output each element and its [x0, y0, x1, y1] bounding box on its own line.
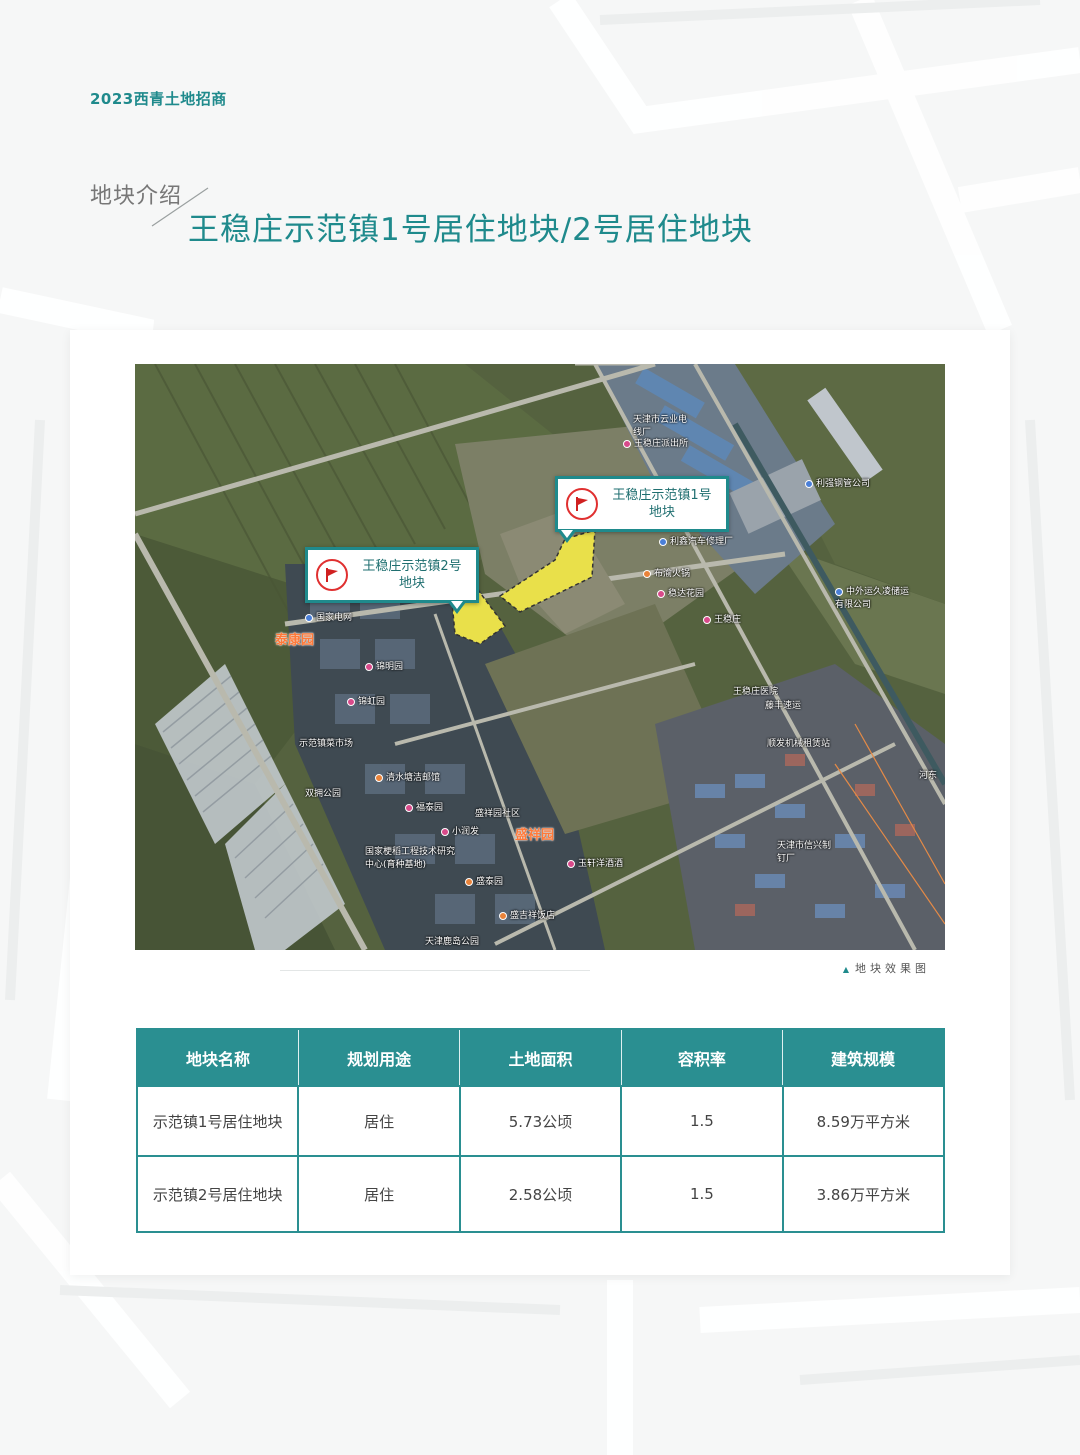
poi-hedong: 河东 — [919, 771, 938, 781]
poi-futai: 福泰园 — [405, 800, 443, 813]
table-cell: 5.73公顷 — [458, 1085, 623, 1157]
poi-xiaorunfa: 小润发 — [441, 824, 479, 837]
poi-shengtai: 盛泰园 — [465, 874, 503, 887]
table-header-row: 地块名称 规划用途 土地面积 容积率 建筑规模 — [137, 1029, 944, 1086]
poi-hotpot: 布渝火锅 — [643, 566, 690, 579]
poi-grid: 国家电网 — [305, 610, 352, 623]
land-info-table: 地块名称 规划用途 土地面积 容积率 建筑规模 示范镇1号居住地块 居住 5.7… — [135, 1028, 946, 1233]
header-cell: 容积率 — [621, 1029, 784, 1086]
red-flag-icon — [566, 488, 598, 520]
plot1-marker[interactable]: 王稳庄示范镇1号地块 — [555, 476, 729, 543]
header-cell: 规划用途 — [298, 1029, 461, 1086]
poi-qingshui: 清水塘洁邮馆 — [375, 770, 440, 783]
plot1-marker-label: 王稳庄示范镇1号地块 — [612, 488, 712, 520]
header-cell: 土地面积 — [459, 1029, 622, 1086]
poi-cable: 天津市云业电线厂 — [633, 415, 688, 438]
poi-factory: 天津市信兴制钉厂 — [777, 841, 832, 864]
poi-fengtai: 藤丰速运 — [765, 701, 802, 711]
page-title: 王稳庄示范镇1号居住地块/2号居住地块 — [188, 212, 753, 248]
table-cell: 示范镇1号居住地块 — [135, 1085, 300, 1157]
poi-tech-center: 国家梗稻工程技术研究中心(育种基地) — [365, 847, 456, 870]
table-cell: 3.86万平方米 — [781, 1155, 946, 1233]
table-cell: 示范镇2号居住地块 — [135, 1155, 300, 1233]
table-cell: 2.58公顷 — [458, 1155, 623, 1233]
table-cell: 1.5 — [620, 1085, 784, 1157]
table-cell: 8.59万平方米 — [781, 1085, 946, 1157]
poi-steel: 利强钢管公司 — [805, 476, 870, 489]
poi-yuxuan: 玉轩洋酒酒 — [567, 856, 623, 869]
poi-logistics: 中外运久凌储运有限公司 — [835, 587, 910, 610]
poi-wenda: 稳达花园 — [657, 586, 704, 599]
poi-park: 天津鹿岛公园 — [425, 937, 480, 947]
satellite-map: 王稳庄示范镇1号地块 王稳庄示范镇2号地块 泰康园 盛祥园 天津市云业电线厂 王… — [135, 364, 945, 950]
poi-wwz: 王稳庄 — [703, 612, 741, 625]
table-cell: 居住 — [297, 1155, 461, 1233]
plot2-marker[interactable]: 王稳庄示范镇2号地块 — [305, 547, 479, 614]
header-cell: 地块名称 — [137, 1029, 299, 1086]
poi-market: 示范镇菜市场 — [299, 739, 354, 749]
poi-hospital: 王稳庄医院 — [733, 687, 779, 697]
table-row: 示范镇2号居住地块 居住 2.58公顷 1.5 3.86万平方米 — [135, 1155, 946, 1233]
poi-area-taikang: 泰康园 — [275, 633, 315, 648]
map-caption: ▲ 地块效果图 — [842, 962, 930, 975]
poi-jinhong: 锦虹园 — [347, 694, 385, 707]
poi-police: 王稳庄派出所 — [623, 436, 688, 449]
poi-shuangyong: 双拥公园 — [305, 789, 342, 799]
plot2-marker-label: 王稳庄示范镇2号地块 — [362, 559, 462, 591]
triangle-icon: ▲ — [842, 965, 849, 974]
brand-header: 2023西青土地招商 — [90, 90, 227, 108]
poi-jinming: 锦明园 — [365, 659, 403, 672]
poi-shengxiang-community: 盛祥园社区 — [475, 809, 521, 819]
poi-area-shengxiang: 盛祥园 — [515, 828, 555, 843]
caption-divider — [280, 970, 590, 971]
poi-hotel: 盛吉祥饭店 — [499, 908, 555, 921]
poi-machinery: 顺发机械租赁站 — [767, 739, 831, 749]
red-flag-icon — [316, 559, 348, 591]
table-row: 示范镇1号居住地块 居住 5.73公顷 1.5 8.59万平方米 — [135, 1085, 946, 1157]
table-cell: 居住 — [297, 1085, 461, 1157]
poi-repair: 利鑫汽车修理厂 — [659, 534, 733, 547]
table-cell: 1.5 — [620, 1155, 784, 1233]
header-cell: 建筑规模 — [782, 1029, 944, 1086]
